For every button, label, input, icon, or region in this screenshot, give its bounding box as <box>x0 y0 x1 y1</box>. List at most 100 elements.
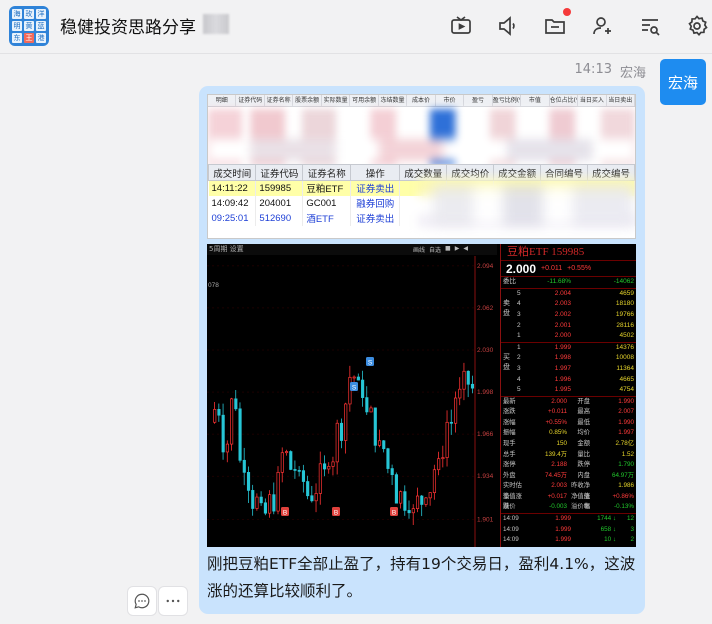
stat-cell: 涨停 <box>503 461 516 469</box>
bid-cell: 1.995 <box>554 386 571 394</box>
candle-down <box>339 422 344 441</box>
candle-down <box>373 407 377 446</box>
ask-cell: 2 <box>517 321 521 329</box>
trade-column-header: 成交时间 <box>208 164 257 181</box>
position-column-header: 股票余额 <box>293 95 322 106</box>
candle-up <box>255 496 259 509</box>
stat-cell: 139.4万 <box>544 450 567 458</box>
position-column-header: 明细 <box>208 95 237 106</box>
candle-up <box>369 407 373 413</box>
stat-row: 总手 139.4万 量比 1.52 <box>501 450 636 461</box>
candle-up <box>445 421 449 458</box>
stat-row: 振幅 0.85% 均价 1.997 <box>501 428 636 439</box>
candle-down <box>259 496 263 504</box>
stat-cell: 总手 <box>503 450 516 458</box>
position-column-header: 仓位占比(%) <box>550 95 579 106</box>
bid-cell: 1 <box>517 343 521 351</box>
ask-cell: 18180 <box>615 300 634 308</box>
candle-up <box>377 440 382 446</box>
bid-cell: 14376 <box>615 343 634 351</box>
candle-down <box>470 383 475 389</box>
trade-cell: 融券回购 <box>350 195 401 211</box>
bid-cell: 10008 <box>615 354 634 362</box>
y-tick-label: 2.094 <box>477 263 494 270</box>
chat-header: 海玫洋明黄蓝东王港 稳健投资思路分享 <box>0 0 712 54</box>
ask-level: 3 2.002 19766 <box>501 310 636 321</box>
stat-cell: 0.85% <box>549 429 567 437</box>
stat-cell: 1.52 <box>621 450 634 458</box>
candle-up <box>415 495 420 509</box>
tv-icon[interactable] <box>447 12 475 40</box>
candle-down <box>365 397 369 413</box>
candle-down <box>306 481 310 497</box>
ask-cell: 2.003 <box>554 300 571 308</box>
redacted-positions-2 <box>208 139 635 161</box>
speaker-icon[interactable] <box>494 12 522 40</box>
trade-column-header: 操作 <box>350 164 401 181</box>
candlestick-chart: 2.094 2.062 2.030 1.998 1.966 1.934 1.901 078 S S… <box>207 256 494 547</box>
sender-avatar[interactable]: 宏海 <box>660 59 706 105</box>
candle-down <box>382 440 386 450</box>
ask-cell: 28116 <box>616 321 634 329</box>
bid-cell: 5 <box>517 386 521 394</box>
candle-down <box>217 409 221 416</box>
tick-cell: 12 <box>626 515 634 523</box>
trade-cell: 14:09:42 <box>208 195 257 211</box>
stat-cell: 64.97万 <box>611 471 634 479</box>
bid-level: 4 1.996 4665 <box>501 374 636 385</box>
stat-cell: 金额 <box>577 439 590 447</box>
candle-up <box>213 409 217 423</box>
group-avatar-tile: 明 <box>12 21 22 31</box>
gear-icon[interactable] <box>683 12 711 40</box>
add-user-icon[interactable] <box>589 12 617 40</box>
stat-cell: 均价 <box>577 429 590 437</box>
stat-cell: 1.986 <box>618 482 634 490</box>
group-avatar-tile: 玫 <box>24 9 34 19</box>
comment-button[interactable] <box>127 586 157 616</box>
bid-cell: 4754 <box>619 386 634 394</box>
stock-chart-screenshot[interactable]: 5周期 设置 画线 自选 ■ ▶ ◀ 2.094 2.062 2.030 1.998 1.966… <box>207 244 636 547</box>
candle-down <box>386 448 390 469</box>
bid-level: 5 1.995 4754 <box>501 385 636 396</box>
title-redaction <box>203 14 229 34</box>
tick-cell: 658 ↓ <box>600 525 616 533</box>
bid-cell: 1.999 <box>554 343 571 351</box>
candle-down <box>394 474 398 504</box>
stat-cell: 2.78亿 <box>615 439 634 447</box>
search-list-icon[interactable] <box>636 12 664 40</box>
candle-down <box>251 490 255 509</box>
quote-change: +0.011 <box>541 265 563 272</box>
position-column-header: 市值 <box>521 95 550 106</box>
message-sender[interactable]: 宏海 <box>620 62 646 81</box>
ask-cell: 4659 <box>619 289 634 297</box>
stat-cell: -0.13% <box>614 503 634 511</box>
ask-level: 4 2.003 18180 <box>501 299 636 310</box>
trading-terminal-screenshot[interactable]: 明细证券代码证券名称股票余额实际数量可用余额冻结数量成本价市价盈亏盈亏比例(%)… <box>207 94 636 239</box>
ask-label: 卖盘 <box>503 299 510 317</box>
weibi-row: 委比 -11.68% -14062 <box>501 277 636 288</box>
message-text[interactable]: 刚把豆粕ETF全部止盈了，持有19个交易日，盈利4.1%，这波涨的还算比较顺利了… <box>207 551 637 605</box>
candle-down <box>301 470 306 482</box>
trade-cell: 204001 <box>255 195 304 211</box>
group-avatar-tile: 黄 <box>24 21 34 31</box>
more-button[interactable] <box>158 586 188 616</box>
stat-cell: 溢价 <box>503 503 516 511</box>
bid-cell: 1.996 <box>554 375 571 383</box>
candle-up <box>225 443 229 453</box>
tick-cell: 1.999 <box>555 515 571 523</box>
candle-up <box>314 493 318 502</box>
position-column-header: 当日卖出 <box>607 95 635 106</box>
stat-cell: 2.188 <box>551 461 567 469</box>
folder-icon[interactable] <box>541 12 569 40</box>
stat-cell: +0.011 <box>548 408 567 416</box>
quote-panel: 豆粕ETF 159985 2.000 +0.011 +0.55% 委比 -11.… <box>500 244 636 547</box>
group-avatar[interactable]: 海玫洋明黄蓝东王港 <box>9 6 49 46</box>
position-column-header: 市价 <box>436 95 465 106</box>
bid-level: 3 1.997 11364 <box>501 364 636 375</box>
stat-cell: 净值涨幅 <box>571 492 590 511</box>
candle-down <box>272 494 276 512</box>
stat-row: 实时估值 2.003 昨收净值 1.986 <box>501 481 636 500</box>
candle-down <box>238 408 242 461</box>
stat-cell: 量比 <box>577 450 590 458</box>
chat-title[interactable]: 稳健投资思路分享 <box>60 13 196 38</box>
